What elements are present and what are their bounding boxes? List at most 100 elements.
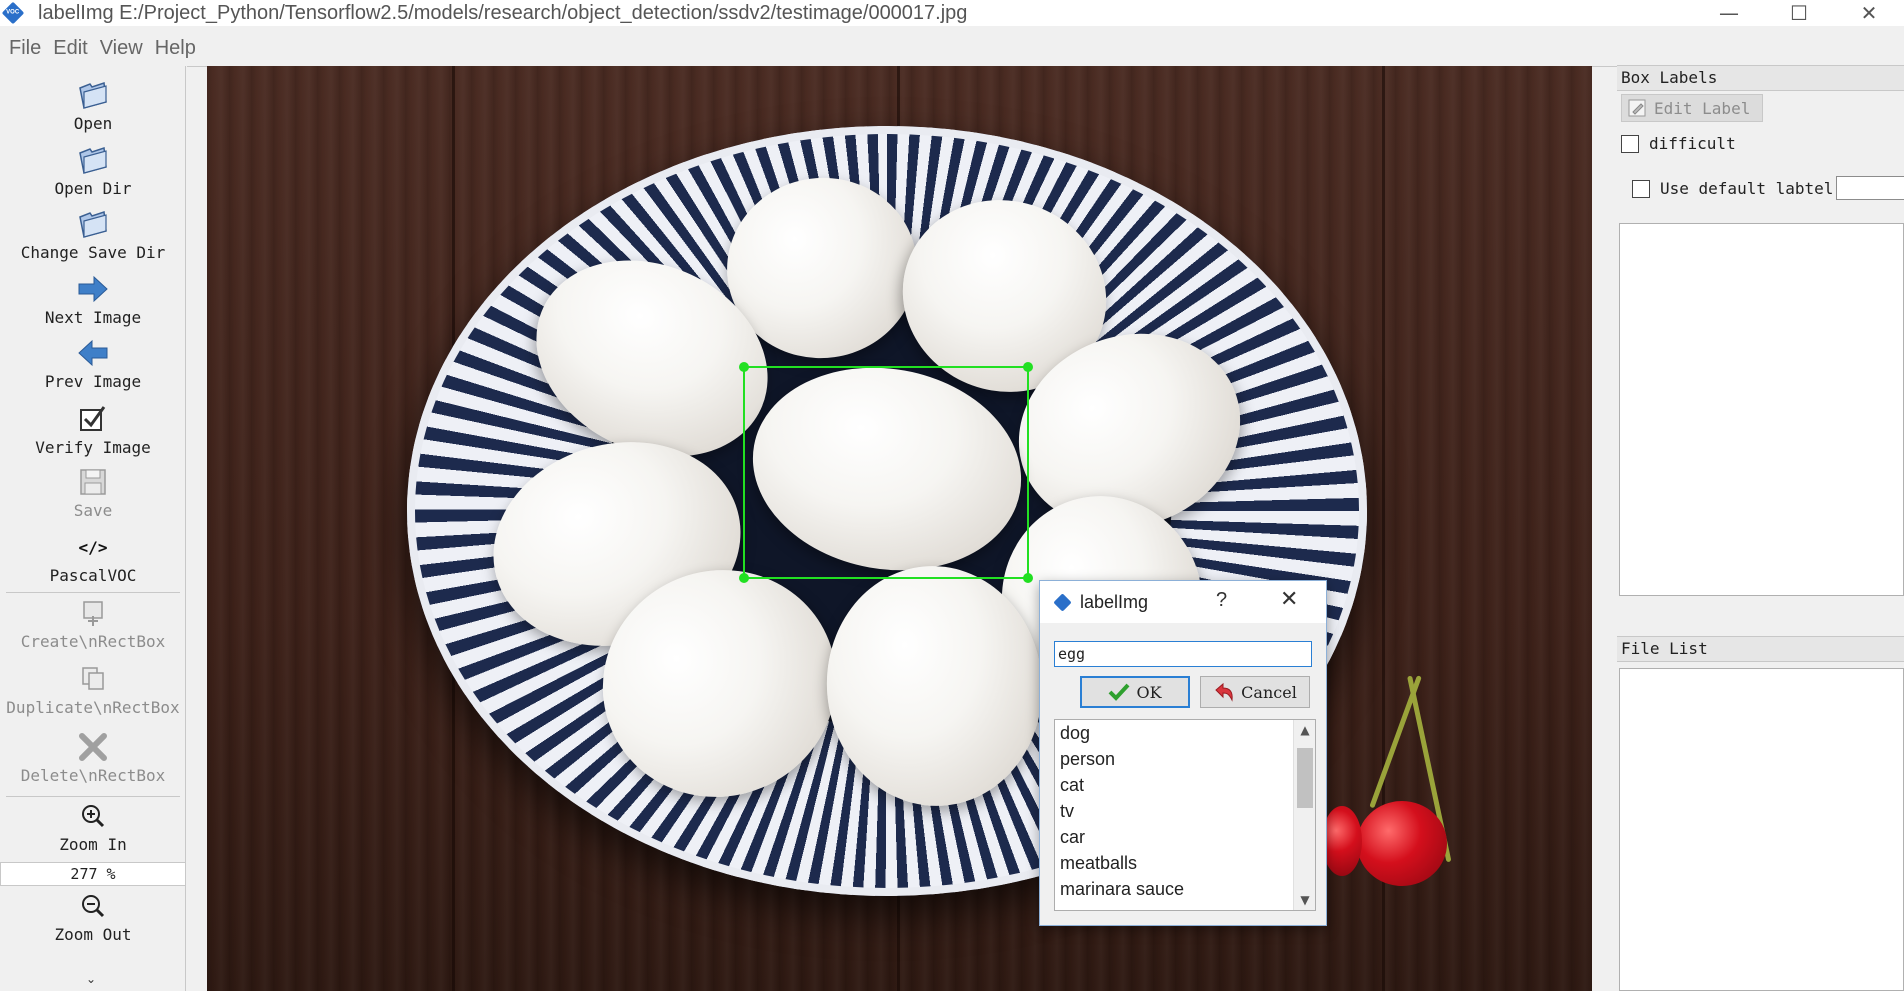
toolbar-more-icon[interactable]: ⌄ <box>86 972 96 986</box>
edit-pencil-icon <box>1628 99 1646 117</box>
verify-image-button[interactable]: Verify Image <box>0 402 186 457</box>
ok-label: OK <box>1136 682 1162 702</box>
right-panel: Box Labels Edit Label difficult Use defa… <box>1617 62 1904 991</box>
menu-help[interactable]: Help <box>150 37 201 60</box>
duplicate-icon <box>73 662 113 696</box>
code-format-icon: </> <box>73 530 113 564</box>
difficult-label: difficult <box>1649 134 1736 153</box>
folder-open-icon <box>73 143 113 177</box>
default-label-input[interactable] <box>1836 176 1904 200</box>
bounding-box[interactable] <box>739 362 1033 583</box>
label-option[interactable]: dog <box>1055 720 1315 746</box>
folder-open-icon <box>73 78 113 112</box>
arrow-left-icon <box>73 336 113 370</box>
delete-x-icon <box>73 730 113 764</box>
window-controls: — ☐ ✕ <box>1694 0 1904 26</box>
cancel-button[interactable]: Cancel <box>1200 676 1310 708</box>
save-button[interactable]: Save <box>0 465 186 520</box>
duplicate-rect-label: Duplicate\nRectBox <box>6 698 180 717</box>
label-option[interactable]: marinara sauce <box>1055 876 1315 902</box>
left-toolbar: Open Open Dir Change Save Dir Next Image… <box>0 66 186 991</box>
maximize-button[interactable]: ☐ <box>1764 0 1834 26</box>
minimize-button[interactable]: — <box>1694 0 1764 26</box>
toolbar-separator <box>6 592 180 593</box>
title-bar: VOC labelImg E:/Project_Python/Tensorflo… <box>0 0 1904 26</box>
format-button[interactable]: </> PascalVOC <box>0 530 186 586</box>
checkbox-verify-icon <box>73 402 113 436</box>
label-option[interactable]: person <box>1055 746 1315 772</box>
open-button[interactable]: Open <box>0 78 186 133</box>
chevron-down-icon[interactable]: ▼ <box>1294 890 1315 910</box>
label-history-list[interactable]: dog person cat tv car meatballs marinara… <box>1054 719 1316 911</box>
cherry <box>1322 806 1362 876</box>
zoom-out-button[interactable]: Zoom Out <box>0 889 186 944</box>
format-label: PascalVOC <box>49 566 137 585</box>
window-title: labelImg E:/Project_Python/Tensorflow2.5… <box>38 1 968 24</box>
dialog-close-button[interactable]: ✕ <box>1280 587 1298 612</box>
next-image-button[interactable]: Next Image <box>0 272 186 327</box>
duplicate-rect-button[interactable]: Duplicate\nRectBox <box>0 662 186 717</box>
dialog-title: labelImg <box>1080 591 1149 612</box>
delete-rect-button[interactable]: Delete\nRectBox <box>0 730 186 785</box>
zoom-in-button[interactable]: Zoom In <box>0 799 186 854</box>
create-rect-icon <box>73 596 113 630</box>
prev-image-label: Prev Image <box>44 372 142 391</box>
check-icon <box>1109 683 1130 701</box>
ok-button[interactable]: OK <box>1080 676 1190 708</box>
bbox-handle[interactable] <box>1023 362 1033 372</box>
toolbar-separator <box>6 796 180 797</box>
list-scrollbar[interactable]: ▲ ▼ <box>1293 720 1315 910</box>
app-logo-icon: VOC <box>0 0 26 26</box>
open-dir-button[interactable]: Open Dir <box>0 143 186 198</box>
menu-file[interactable]: File <box>4 37 46 60</box>
chevron-up-icon[interactable]: ▲ <box>1294 720 1315 740</box>
label-option[interactable]: tv <box>1055 798 1315 824</box>
label-option[interactable]: car <box>1055 824 1315 850</box>
dialog-help-button[interactable]: ? <box>1216 589 1227 612</box>
label-dialog: labelImg ? ✕ egg OK Cancel dog person ca… <box>1039 580 1327 926</box>
file-list[interactable] <box>1619 668 1904 991</box>
open-dir-label: Open Dir <box>54 179 132 198</box>
file-list-title: File List <box>1617 636 1904 662</box>
scroll-thumb[interactable] <box>1297 748 1313 808</box>
edit-label-button[interactable]: Edit Label <box>1621 94 1763 122</box>
bbox-handle[interactable] <box>739 362 749 372</box>
use-default-label-row[interactable]: Use default labtel <box>1632 179 1833 198</box>
cancel-label: Cancel <box>1241 682 1297 702</box>
cherry-stem <box>1369 675 1422 809</box>
save-label: Save <box>73 501 113 520</box>
zoom-value-field[interactable]: 277 % <box>0 862 186 886</box>
delete-rect-label: Delete\nRectBox <box>20 766 166 785</box>
box-labels-title: Box Labels <box>1617 65 1904 91</box>
edit-label-text: Edit Label <box>1654 98 1751 118</box>
label-input[interactable]: egg <box>1054 641 1312 667</box>
zoom-out-icon <box>73 889 113 923</box>
use-default-label-checkbox[interactable] <box>1632 179 1650 198</box>
open-label: Open <box>73 114 113 133</box>
menu-view[interactable]: View <box>95 37 148 60</box>
bbox-handle[interactable] <box>1023 573 1033 583</box>
next-image-label: Next Image <box>44 308 142 327</box>
use-default-label-text: Use default labtel <box>1660 179 1834 198</box>
app-logo-icon <box>1052 592 1072 612</box>
bbox-handle[interactable] <box>739 573 749 583</box>
label-option[interactable]: meatballs <box>1055 850 1315 876</box>
verify-image-label: Verify Image <box>35 438 151 457</box>
label-option[interactable]: cat <box>1055 772 1315 798</box>
create-rect-label: Create\nRectBox <box>20 632 166 651</box>
change-save-dir-label: Change Save Dir <box>20 243 166 262</box>
prev-image-button[interactable]: Prev Image <box>0 336 186 391</box>
difficult-checkbox[interactable] <box>1621 134 1639 153</box>
zoom-in-label: Zoom In <box>59 835 127 854</box>
close-button[interactable]: ✕ <box>1834 0 1904 26</box>
menu-edit[interactable]: Edit <box>48 37 92 60</box>
menu-bar: File Edit View Help <box>0 32 203 64</box>
save-disk-icon <box>73 465 113 499</box>
change-save-dir-button[interactable]: Change Save Dir <box>0 207 186 262</box>
folder-open-icon <box>73 207 113 241</box>
difficult-checkbox-row[interactable]: difficult <box>1621 134 1736 153</box>
zoom-out-label: Zoom Out <box>54 925 132 944</box>
create-rect-button[interactable]: Create\nRectBox <box>0 596 186 651</box>
box-labels-list[interactable] <box>1619 223 1904 596</box>
dialog-title-bar: labelImg ? ✕ <box>1040 581 1326 623</box>
